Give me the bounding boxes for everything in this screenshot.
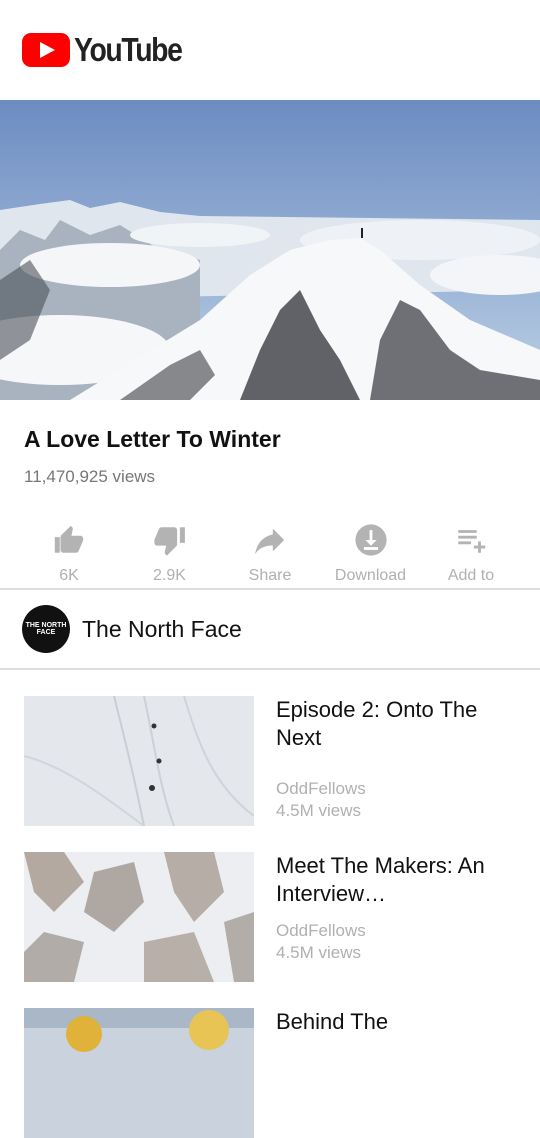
related-video-meta: Meet The Makers: An Interview… OddFellow…: [276, 852, 516, 982]
add-to-label: Add to: [447, 567, 495, 584]
related-video-channel: OddFellows: [276, 779, 366, 798]
share-label: Share: [248, 567, 292, 584]
related-video-item[interactable]: Meet The Makers: An Interview… OddFellow…: [0, 852, 540, 982]
channel-avatar[interactable]: THE NORTH FACE: [22, 605, 70, 653]
logo-text: YouTube: [74, 31, 183, 68]
channel-avatar-logo: THE NORTH FACE: [25, 622, 67, 636]
thumbnail-image: [24, 852, 254, 982]
video-info: A Love Letter To Winter 11,470,925 views: [0, 400, 540, 487]
related-video-thumbnail[interactable]: [24, 852, 254, 982]
thumbs-up-icon: [54, 525, 84, 553]
channel-row[interactable]: THE NORTH FACE The North Face: [0, 590, 540, 668]
download-icon: [354, 524, 387, 556]
video-title: A Love Letter To Winter: [24, 426, 281, 452]
dislike-button[interactable]: 2.9K: [121, 523, 219, 588]
share-button[interactable]: Share: [221, 523, 319, 588]
related-video-views: 4.5M views: [276, 943, 362, 962]
related-video-meta: Episode 2: Onto The Next OddFellows 4.5M…: [276, 696, 516, 826]
add-to-button[interactable]: Add to: [422, 523, 520, 588]
related-video-channel: OddFellows: [276, 921, 366, 940]
related-video-title[interactable]: Meet The Makers: An Interview…: [276, 852, 516, 908]
related-video-title[interactable]: Behind The: [276, 1008, 516, 1036]
thumbnail-image: [24, 1008, 254, 1138]
related-video-item[interactable]: Episode 2: Onto The Next OddFellows 4.5M…: [0, 696, 540, 826]
add-to-playlist-icon: [458, 530, 486, 553]
view-count: 11,470,925 views: [24, 467, 156, 486]
action-bar: 6K 2.9K Share Download Add to: [0, 487, 540, 588]
app-header: YouTube: [0, 0, 540, 100]
related-videos-list: Episode 2: Onto The Next OddFellows 4.5M…: [0, 670, 540, 1138]
related-video-title[interactable]: Episode 2: Onto The Next: [276, 696, 516, 752]
youtube-play-logo-icon: [22, 33, 70, 67]
share-icon: [255, 528, 285, 555]
thumbnail-image: [24, 696, 254, 826]
related-video-thumbnail[interactable]: [24, 1008, 254, 1138]
download-label: Download: [334, 567, 407, 584]
thumbs-down-icon: [153, 527, 185, 556]
like-button[interactable]: 6K: [20, 523, 118, 588]
dislike-count: 2.9K: [153, 567, 186, 584]
related-video-thumbnail[interactable]: [24, 696, 254, 826]
download-button[interactable]: Download: [322, 523, 420, 588]
video-player[interactable]: [0, 100, 540, 400]
related-video-item[interactable]: Behind The: [0, 1008, 540, 1138]
related-video-meta: Behind The: [276, 1008, 516, 1138]
youtube-logo[interactable]: YouTube: [22, 31, 199, 69]
video-thumbnail-image: [0, 100, 540, 400]
channel-name[interactable]: The North Face: [82, 616, 242, 643]
related-video-views: 4.5M views: [276, 801, 362, 820]
like-count: 6K: [59, 567, 79, 584]
